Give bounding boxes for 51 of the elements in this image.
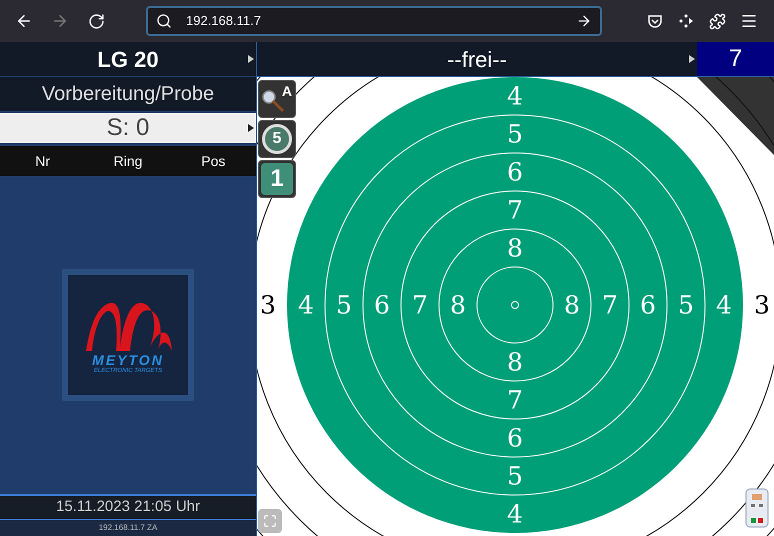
- ring-number: 4: [507, 500, 523, 528]
- discipline-title: LG 20: [97, 46, 159, 74]
- lane-number: 7: [697, 42, 774, 76]
- pocket-icon[interactable]: [647, 13, 663, 29]
- column-header: Pos: [200, 152, 226, 170]
- ring-number: 3: [260, 290, 276, 320]
- ring-number: 5: [678, 290, 694, 320]
- footer-bar: 192.168.11.7 ZA: [0, 519, 256, 536]
- extensions-icon[interactable]: [709, 12, 726, 30]
- triangle-icon: [248, 55, 254, 63]
- datetime-bar: 15.11.2023 21:05 Uhr: [0, 494, 256, 519]
- logo-wordmark: MEYTON: [92, 352, 164, 366]
- shooter-name: --frei--: [447, 46, 507, 74]
- ring-number: 4: [298, 290, 314, 320]
- menu-icon[interactable]: [740, 12, 758, 30]
- ring-number: 8: [450, 290, 466, 320]
- ring-number: 6: [640, 290, 656, 320]
- ring-number: 7: [602, 290, 618, 320]
- ring-number: 7: [412, 290, 428, 320]
- ring-number: 5: [507, 462, 523, 490]
- remote-control-icon[interactable]: [745, 488, 769, 528]
- ring-number: 8: [564, 290, 580, 320]
- triangle-icon: [689, 55, 695, 63]
- ring-number: 4: [507, 82, 523, 110]
- search-icon: [156, 13, 172, 29]
- tool-letter: A: [282, 82, 292, 101]
- url-field[interactable]: 192.168.11.7: [146, 6, 602, 36]
- triangle-icon: [248, 124, 254, 132]
- ring-number: 8: [507, 348, 523, 376]
- discipline-bar[interactable]: LG 20: [0, 42, 256, 76]
- ring-number: 8: [507, 234, 523, 262]
- dots-icon[interactable]: [677, 12, 695, 30]
- ring-number: 3: [754, 290, 770, 320]
- ring-number: 6: [374, 290, 390, 320]
- ring-number: 5: [507, 120, 523, 148]
- fullscreen-icon: [263, 514, 277, 528]
- ring-number: 5: [336, 290, 352, 320]
- ring-number: 7: [507, 386, 523, 414]
- ring-number: 4: [716, 290, 732, 320]
- ring-number: 7: [507, 196, 523, 224]
- column-header: Ring: [112, 152, 144, 171]
- ring-number: 6: [507, 158, 523, 186]
- phase-bar: Vorbereitung/Probe: [0, 77, 256, 111]
- score-bar[interactable]: S: 0: [0, 113, 256, 143]
- reload-icon: [88, 12, 104, 30]
- zoom-tool-button[interactable]: A: [258, 80, 296, 118]
- forward-arrow-icon: [51, 12, 69, 30]
- ring-number: 6: [507, 424, 523, 452]
- url-text: 192.168.11.7: [186, 12, 262, 30]
- column-header: Nr: [34, 152, 52, 170]
- shooter-bar[interactable]: --frei--: [257, 42, 697, 76]
